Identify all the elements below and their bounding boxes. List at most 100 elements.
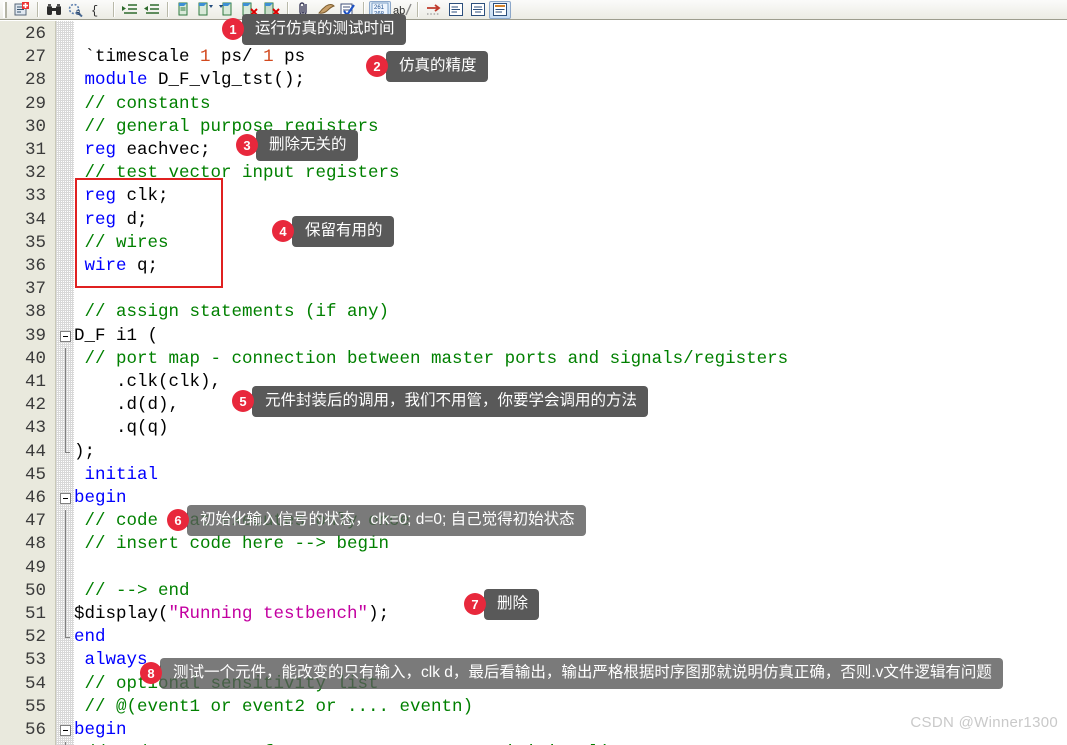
toolbar-drag-handle[interactable] xyxy=(3,1,8,18)
code-line[interactable]: 30 // general purpose registers xyxy=(0,116,1067,139)
decrease-indent-icon[interactable] xyxy=(141,1,163,19)
code-line[interactable]: 45 initial xyxy=(0,464,1067,487)
toolbar-separator xyxy=(417,2,419,17)
code-token: module xyxy=(74,70,148,91)
code-token: initial xyxy=(74,464,159,485)
code-token: ps xyxy=(273,47,306,68)
line-number: 41 xyxy=(24,372,46,392)
code-token: $display( xyxy=(74,604,169,624)
code-line[interactable]: 55 // @(event1 or event2 or .... eventn) xyxy=(0,696,1067,719)
code-line[interactable]: 35 // wires xyxy=(0,232,1067,255)
code-line[interactable]: 43 .q(q) xyxy=(0,417,1067,441)
show-whitespace-icon[interactable] xyxy=(423,1,445,19)
code-token: // insert code here --> begin xyxy=(74,534,390,555)
comment-block-icon[interactable] xyxy=(173,1,195,19)
fold-guide-line xyxy=(65,556,66,580)
annotation-callout-4: 4 保留有用的 xyxy=(272,215,394,247)
fold-guide-line xyxy=(65,510,66,534)
line-number: 45 xyxy=(24,464,46,485)
code-line[interactable]: 56 begin xyxy=(0,719,1067,742)
watermark-text: CSDN @Winner1300 xyxy=(910,714,1058,731)
annotation-bubble-text: 仿真的精度 xyxy=(386,50,488,82)
align-left-icon[interactable] xyxy=(445,1,467,19)
line-number: 46 xyxy=(24,488,46,508)
code-line[interactable]: 31 reg eachvec; xyxy=(0,139,1067,162)
document-view-icon[interactable] xyxy=(489,0,511,19)
code-line-text: reg d; xyxy=(74,209,148,232)
code-line[interactable]: 40 // port map - connection between mast… xyxy=(0,347,1067,371)
annotation-callout-7: 7 删除 xyxy=(464,588,540,620)
code-line[interactable]: 34 reg d; xyxy=(0,209,1067,232)
code-text-area[interactable]: 26 27 `timescale 1 ps/ 1 ps 28 module D_F_… xyxy=(0,21,1067,745)
code-line[interactable]: 36 wire q; xyxy=(0,255,1067,278)
align-center-icon[interactable] xyxy=(467,1,489,19)
fold-collapse-icon[interactable] xyxy=(60,493,71,504)
annotation-callout-5: 5 元件封装后的调用，我们不用管，你要学会调用的方法 xyxy=(232,385,649,417)
find-replace-icon[interactable]: B xyxy=(65,1,87,19)
code-line-text: .clk(clk), xyxy=(74,371,221,394)
code-line[interactable]: 32 // test vector input registers xyxy=(0,162,1067,185)
annotation-bubble-text: 初始化输入信号的状态，clk=0; d=0; 自己觉得初始状态 xyxy=(187,504,586,536)
code-token: D_F i1 ( xyxy=(74,325,159,346)
code-token: D_F_vlg_tst(); xyxy=(147,70,306,91)
goto-line-icon[interactable] xyxy=(11,1,33,19)
line-number: 35 xyxy=(24,232,46,253)
comment-block-dropdown-icon[interactable] xyxy=(195,1,217,19)
fold-guide-line xyxy=(65,579,66,603)
code-line[interactable]: 26 xyxy=(0,23,1067,46)
code-token: .d(d), xyxy=(74,395,180,416)
code-line-text: reg eachvec; xyxy=(74,139,211,162)
annotation-bubble-text: 删除无关的 xyxy=(256,129,358,161)
code-token: wire xyxy=(74,256,127,276)
code-line-text: .q(q) xyxy=(74,417,169,440)
code-token: // port map - connection between master … xyxy=(74,348,789,369)
annotation-badge: 7 xyxy=(464,593,486,615)
fold-collapse-icon[interactable] xyxy=(60,330,71,342)
line-number: 36 xyxy=(24,256,46,276)
line-number: 40 xyxy=(24,348,46,369)
annotation-bubble-text: 元件封装后的调用，我们不用管，你要学会调用的方法 xyxy=(252,385,649,417)
code-line[interactable]: 48 // insert code here --> begin xyxy=(0,533,1067,557)
code-token: // test vector input registers xyxy=(74,163,400,184)
find-binoculars-icon[interactable] xyxy=(43,1,65,19)
code-line[interactable]: 28 module D_F_vlg_tst(); xyxy=(0,69,1067,92)
code-token: 1 xyxy=(200,47,211,68)
code-line-text: initial xyxy=(74,464,159,487)
brace-match-icon[interactable]: { } xyxy=(87,1,109,19)
line-number: 34 xyxy=(24,209,46,230)
code-line[interactable]: 39 D_F i1 ( xyxy=(0,325,1067,348)
editor-toolbar: B { } xyxy=(0,0,1067,20)
toolbar-separator xyxy=(37,2,39,17)
code-token: clk; xyxy=(116,186,169,207)
code-line[interactable]: 33 reg clk; xyxy=(0,185,1067,208)
code-token: `timescale xyxy=(74,47,201,68)
code-line-text: `timescale 1 ps/ 1 ps xyxy=(74,46,306,69)
code-line[interactable]: 44); xyxy=(0,440,1067,464)
fold-guide-end xyxy=(65,440,70,453)
line-number: 55 xyxy=(24,696,46,717)
code-line[interactable]: 37 xyxy=(0,278,1067,301)
line-number: 27 xyxy=(24,47,46,68)
code-editor-pane[interactable]: 26 27 `timescale 1 ps/ 1 ps 28 module D_F_… xyxy=(0,21,1067,745)
code-line[interactable]: 27 `timescale 1 ps/ 1 ps xyxy=(0,46,1067,69)
code-token: .clk(clk), xyxy=(74,372,222,392)
annotation-badge: 5 xyxy=(232,390,254,412)
code-line[interactable]: 52 end xyxy=(0,626,1067,649)
increase-indent-icon[interactable] xyxy=(119,1,141,19)
code-line-text: ); xyxy=(74,441,95,464)
code-line[interactable]: 29 // constants xyxy=(0,93,1067,116)
code-line[interactable]: 38 // assign statements (if any) xyxy=(0,301,1067,324)
code-token: .q(q) xyxy=(74,418,169,439)
code-token: d; xyxy=(116,209,148,230)
line-number: 37 xyxy=(24,279,46,300)
line-number: 30 xyxy=(24,116,46,137)
code-line-text: wire q; xyxy=(74,255,159,278)
code-line[interactable]: 49 xyxy=(0,556,1067,580)
line-number: 44 xyxy=(24,441,46,462)
code-token: reg xyxy=(74,186,117,207)
fold-collapse-icon[interactable] xyxy=(60,725,71,736)
code-line-text: end xyxy=(74,626,106,649)
line-number: 54 xyxy=(24,673,46,694)
code-line-text: always xyxy=(74,649,148,672)
code-token: "Running testbench" xyxy=(168,604,369,624)
